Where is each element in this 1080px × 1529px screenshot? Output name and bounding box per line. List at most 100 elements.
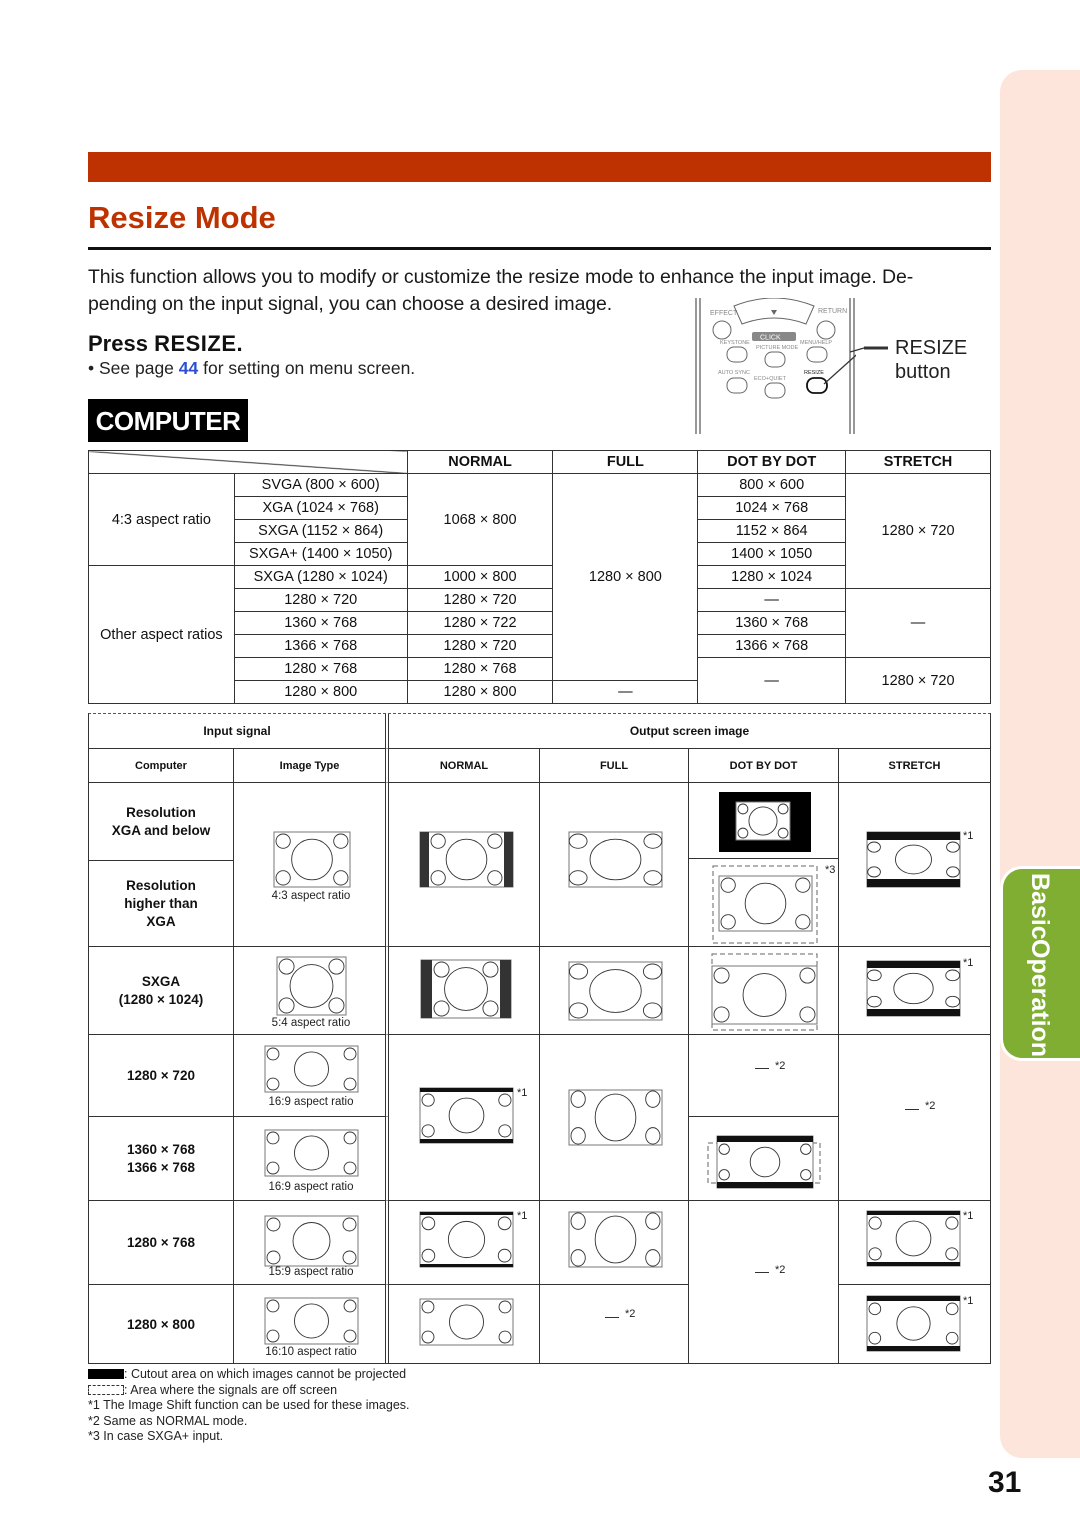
corner-cell [88,450,408,474]
dot-cell: 1280 × 1024 [697,565,847,589]
group-label: Other aspect ratios [88,565,235,704]
intro-paragraph: This function allows you to modify or cu… [88,264,992,318]
test-pattern-thumbnail [273,831,351,888]
see-suffix: for setting on menu screen. [198,358,416,378]
see-page-note: • See page 44 for setting on menu screen… [88,358,415,379]
cutout-swatch [88,1369,124,1379]
dot-cell: 1152 × 864 [697,519,847,543]
header-bar [88,152,991,182]
dot-cell: 1360 × 768 [697,611,847,635]
test-pattern-thumbnail [711,953,818,1031]
thumbnail-layer [264,792,961,1352]
picture-mode-label: PICTURE MODE [756,345,799,351]
return-label: RETURN [818,308,847,315]
auto-sync-button [726,377,748,394]
table-row: 4:3 aspect ratio SVGA (800 × 600) 1068 ×… [88,473,991,681]
dot-cell: 1024 × 768 [697,496,847,520]
see-prefix: • See page [88,358,179,378]
normal-cell: 1280 × 800 [406,680,554,704]
test-pattern-thumbnail [866,831,961,888]
normal-cell: 1280 × 768 [406,657,554,681]
normal-cell: 1000 × 800 [406,565,554,589]
column-header: NORMAL [406,450,554,474]
legend-offscreen: : Area where the signals are off screen [88,1383,410,1399]
legend-text: : Cutout area on which images cannot be … [124,1367,407,1381]
page-number: 31 [988,1466,1022,1499]
keystone-button [726,346,748,363]
resize-button [806,377,828,394]
legend: : Cutout area on which images cannot be … [88,1367,410,1445]
press-instruction: Press RESIZE. [88,331,243,357]
eco-quiet-label: ECO+QUIET [754,376,787,382]
footnote-1: *1 The Image Shift function can be used … [88,1398,410,1412]
input-cell: 1280 × 720 [233,588,408,612]
test-pattern-thumbnail [419,1087,514,1144]
intro-line: This function allows you to modify or cu… [88,266,914,288]
picture-mode-button [764,351,786,368]
input-cell: 1366 × 768 [233,634,408,658]
return-button [816,320,836,340]
press-suffix: . [236,331,243,356]
press-key: RESIZE [154,331,237,356]
input-cell: 1280 × 800 [233,680,408,704]
normal-cell: 1068 × 800 [406,473,554,566]
tab-label-line2: Operation [1026,939,1054,1058]
offscreen-swatch [88,1384,124,1395]
column-header: FULL [552,450,699,474]
test-pattern-thumbnail [866,1295,961,1352]
stretch-cell: 1280 × 720 [845,473,991,589]
section-tab-label: Basic Operation [1010,873,1070,1058]
test-pattern-thumbnail [568,1089,663,1146]
full-cell: 1280 × 800 [552,473,699,681]
test-pattern-thumbnail [568,1211,663,1268]
menu-help-button [806,346,828,363]
input-cell: XGA (1024 × 768) [233,496,408,520]
dot-cell: — [697,657,847,704]
callout-line2: button [895,361,951,383]
input-cell: SXGA (1152 × 864) [233,519,408,543]
dot-cell: 1366 × 768 [697,634,847,658]
test-pattern-thumbnail [264,1045,359,1093]
legend-text: : Area where the signals are off screen [124,1382,338,1397]
test-pattern-thumbnail [419,1298,514,1346]
effect-button [712,320,732,340]
input-cell: 1280 × 768 [233,657,408,681]
resize-button-callout: RESIZE button [895,336,967,384]
normal-cell: 1280 × 720 [406,588,554,612]
input-cell: 1360 × 768 [233,611,408,635]
click-label: CLICK [760,335,781,342]
column-header: DOT BY DOT [697,450,847,474]
stretch-cell: — [845,588,991,658]
auto-sync-label: AUTO SYNC [718,370,750,376]
page-link[interactable]: 44 [179,358,198,378]
column-header: STRETCH [845,450,991,474]
test-pattern-thumbnail [419,1211,514,1268]
menu-help-label: MENU/HELP [800,340,832,346]
dot-cell: — [697,588,847,612]
callout-leader [850,346,888,353]
table-header-row: NORMAL FULL DOT BY DOT STRETCH [88,450,991,474]
dot-cell: 1400 × 1050 [697,542,847,566]
resize-label: RESIZE [804,370,824,376]
effect-label: EFFECT [710,310,738,317]
callout-line1: RESIZE [895,337,968,359]
input-cell: SVGA (800 × 600) [233,473,408,497]
input-cell: SXGA (1280 × 1024) [233,565,408,589]
intro-line: pending on the input signal, you can cho… [88,293,613,315]
output-image-table: Input signal Output screen image Compute… [88,713,991,1364]
keystone-label: KEYSTONE [720,340,750,346]
test-pattern-thumbnail [866,1210,961,1267]
footnote-3: *3 In case SXGA+ input. [88,1429,224,1443]
full-cell: — [552,680,699,704]
normal-cell: 1280 × 720 [406,634,554,658]
side-tab-background [1000,70,1080,1458]
group-label: 4:3 aspect ratio [88,473,235,566]
title-divider [88,247,991,250]
page-title: Resize Mode [88,200,276,235]
test-pattern-thumbnail [707,1135,821,1189]
test-pattern-thumbnail [264,1129,359,1177]
resolution-table: NORMAL FULL DOT BY DOT STRETCH 4:3 aspec… [88,450,991,704]
test-pattern-thumbnail [276,956,347,1016]
test-pattern-thumbnail [568,961,663,1021]
remote-control-illustration: EFFECT RETURN CLICK KEYSTONE PICTURE MOD… [695,298,856,434]
